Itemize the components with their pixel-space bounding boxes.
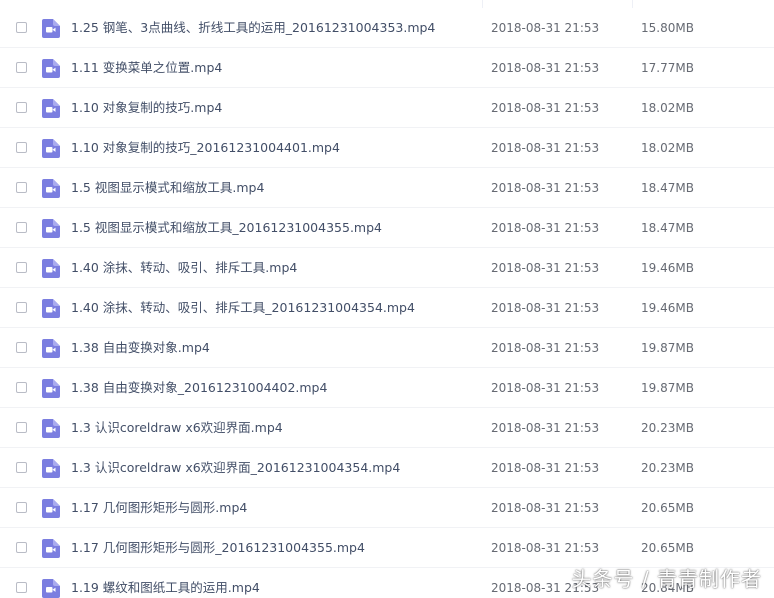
file-name-link[interactable]: 1.10 对象复制的技巧.mp4	[71, 88, 222, 128]
file-row[interactable]: 1.40 涂抹、转动、吸引、排斥工具.mp4 2018-08-31 21:53 19…	[0, 248, 774, 288]
video-file-icon	[41, 139, 60, 158]
file-size: 20.65MB	[641, 501, 694, 515]
file-name-link[interactable]: 1.17 几何图形矩形与圆形_20161231004355.mp4	[71, 528, 365, 568]
video-file-icon	[41, 99, 60, 118]
file-name-link[interactable]: 1.5 视图显示模式和缩放工具.mp4	[71, 168, 264, 208]
file-name-link[interactable]: 1.40 涂抹、转动、吸引、排斥工具_20161231004354.mp4	[71, 288, 415, 328]
file-name-link[interactable]: 1.17 几何图形矩形与圆形.mp4	[71, 488, 247, 528]
file-date: 2018-08-31 21:53	[491, 541, 600, 555]
file-date: 2018-08-31 21:53	[491, 501, 600, 515]
row-checkbox[interactable]	[16, 302, 27, 313]
file-size: 17.77MB	[641, 61, 694, 75]
file-size: 20.23MB	[641, 461, 694, 475]
file-name-link[interactable]: 1.19 螺纹和图纸工具的运用.mp4	[71, 568, 260, 598]
file-row[interactable]: 1.40 涂抹、转动、吸引、排斥工具_20161231004354.mp4 201…	[0, 288, 774, 328]
file-size: 18.02MB	[641, 141, 694, 155]
file-row[interactable]: 1.3 认识coreldraw x6欢迎界面_20161231004354.mp…	[0, 448, 774, 488]
file-date: 2018-08-31 21:53	[491, 221, 600, 235]
file-name-link[interactable]: 1.3 认识coreldraw x6欢迎界面_20161231004354.mp…	[71, 448, 400, 488]
row-checkbox[interactable]	[16, 262, 27, 273]
video-file-icon	[41, 379, 60, 398]
row-checkbox[interactable]	[16, 582, 27, 593]
video-file-icon	[41, 179, 60, 198]
row-checkbox[interactable]	[16, 102, 27, 113]
row-checkbox[interactable]	[16, 142, 27, 153]
file-row[interactable]: 1.5 视图显示模式和缩放工具.mp4 2018-08-31 21:53 18.47…	[0, 168, 774, 208]
file-row[interactable]: 1.25 钢笔、3点曲线、折线工具的运用_20161231004353.mp4 2…	[0, 8, 774, 48]
file-size: 18.47MB	[641, 221, 694, 235]
file-name-link[interactable]: 1.3 认识coreldraw x6欢迎界面.mp4	[71, 408, 283, 448]
row-checkbox[interactable]	[16, 182, 27, 193]
file-size: 19.87MB	[641, 381, 694, 395]
file-row[interactable]: 1.17 几何图形矩形与圆形.mp4 2018-08-31 21:53 20.65M…	[0, 488, 774, 528]
watermark: 头条号 / 青青制作者	[571, 567, 762, 591]
file-date: 2018-08-31 21:53	[491, 61, 600, 75]
file-date: 2018-08-31 21:53	[491, 141, 600, 155]
video-file-icon	[41, 259, 60, 278]
video-file-icon	[41, 419, 60, 438]
file-date: 2018-08-31 21:53	[491, 341, 600, 355]
file-name-link[interactable]: 1.5 视图显示模式和缩放工具_20161231004355.mp4	[71, 208, 382, 248]
file-date: 2018-08-31 21:53	[491, 381, 600, 395]
row-checkbox[interactable]	[16, 542, 27, 553]
column-divider	[632, 0, 633, 8]
file-date: 2018-08-31 21:53	[491, 421, 600, 435]
file-date: 2018-08-31 21:53	[491, 21, 600, 35]
video-file-icon	[41, 19, 60, 38]
file-row[interactable]: 1.3 认识coreldraw x6欢迎界面.mp4 2018-08-31 21:…	[0, 408, 774, 448]
video-file-icon	[41, 299, 60, 318]
row-checkbox[interactable]	[16, 422, 27, 433]
video-file-icon	[41, 219, 60, 238]
file-name-link[interactable]: 1.38 自由变换对象_20161231004402.mp4	[71, 368, 327, 408]
file-name-link[interactable]: 1.38 自由变换对象.mp4	[71, 328, 210, 368]
video-file-icon	[41, 539, 60, 558]
file-row[interactable]: 1.11 变换菜单之位置.mp4 2018-08-31 21:53 17.77MB	[0, 48, 774, 88]
file-size: 19.87MB	[641, 341, 694, 355]
file-name-link[interactable]: 1.10 对象复制的技巧_20161231004401.mp4	[71, 128, 340, 168]
video-file-icon	[41, 459, 60, 478]
file-size: 20.23MB	[641, 421, 694, 435]
file-date: 2018-08-31 21:53	[491, 461, 600, 475]
file-row[interactable]: 1.38 自由变换对象_20161231004402.mp4 2018-08-31…	[0, 368, 774, 408]
file-date: 2018-08-31 21:53	[491, 301, 600, 315]
file-row[interactable]: 1.5 视图显示模式和缩放工具_20161231004355.mp4 2018-0…	[0, 208, 774, 248]
file-date: 2018-08-31 21:53	[491, 181, 600, 195]
file-date: 2018-08-31 21:53	[491, 101, 600, 115]
row-checkbox[interactable]	[16, 22, 27, 33]
file-size: 20.65MB	[641, 541, 694, 555]
file-size: 19.46MB	[641, 261, 694, 275]
file-row[interactable]: 1.38 自由变换对象.mp4 2018-08-31 21:53 19.87MB	[0, 328, 774, 368]
file-size: 19.46MB	[641, 301, 694, 315]
file-list-window: 1.25 钢笔、3点曲线、折线工具的运用_20161231004353.mp4 2…	[0, 0, 774, 598]
row-checkbox[interactable]	[16, 462, 27, 473]
row-checkbox[interactable]	[16, 222, 27, 233]
video-file-icon	[41, 499, 60, 518]
row-checkbox[interactable]	[16, 502, 27, 513]
video-file-icon	[41, 59, 60, 78]
row-checkbox[interactable]	[16, 62, 27, 73]
file-date: 2018-08-31 21:53	[491, 261, 600, 275]
file-list: 1.25 钢笔、3点曲线、折线工具的运用_20161231004353.mp4 2…	[0, 8, 774, 598]
file-name-link[interactable]: 1.11 变换菜单之位置.mp4	[71, 48, 222, 88]
file-size: 18.02MB	[641, 101, 694, 115]
file-size: 15.80MB	[641, 21, 694, 35]
file-row[interactable]: 1.10 对象复制的技巧.mp4 2018-08-31 21:53 18.02MB	[0, 88, 774, 128]
file-row[interactable]: 1.17 几何图形矩形与圆形_20161231004355.mp4 2018-08…	[0, 528, 774, 568]
file-name-link[interactable]: 1.25 钢笔、3点曲线、折线工具的运用_20161231004353.mp4	[71, 8, 435, 48]
video-file-icon	[41, 579, 60, 598]
file-name-link[interactable]: 1.40 涂抹、转动、吸引、排斥工具.mp4	[71, 248, 297, 288]
file-size: 18.47MB	[641, 181, 694, 195]
file-row[interactable]: 1.10 对象复制的技巧_20161231004401.mp4 2018-08-3…	[0, 128, 774, 168]
column-divider	[482, 0, 483, 8]
video-file-icon	[41, 339, 60, 358]
row-checkbox[interactable]	[16, 342, 27, 353]
row-checkbox[interactable]	[16, 382, 27, 393]
